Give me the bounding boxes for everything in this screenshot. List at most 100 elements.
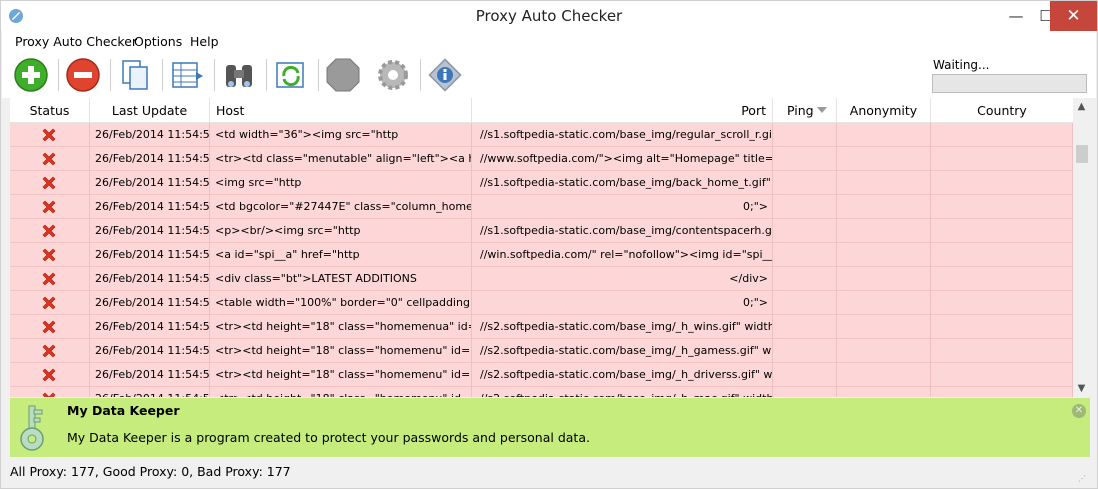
anonymity-cell: [837, 195, 931, 219]
bad-status-icon: [42, 272, 56, 286]
scroll-down-icon[interactable]: ▼: [1073, 380, 1090, 397]
anonymity-cell: [837, 387, 931, 397]
menu-bar: Proxy Auto Checker Options Help: [2, 31, 1096, 52]
add-icon[interactable]: [12, 56, 50, 94]
refresh-icon[interactable]: [272, 56, 310, 94]
column-header-anonymity[interactable]: Anonymity: [837, 98, 931, 123]
host-cell: <img src="http: [210, 171, 472, 195]
toolbar-separator: [318, 59, 319, 91]
resize-grip-icon[interactable]: ⋰: [1078, 474, 1086, 483]
ping-cell: [773, 195, 837, 219]
column-header-host[interactable]: Host: [210, 98, 472, 123]
scroll-thumb[interactable]: [1076, 145, 1088, 163]
last-update-cell: 26/Feb/2014 11:54:51: [90, 195, 210, 219]
ping-cell: [773, 363, 837, 387]
settings-icon[interactable]: [374, 56, 412, 94]
table-row[interactable]: 26/Feb/2014 11:54:51 <tr><td class="menut…: [10, 147, 1073, 171]
column-header-status[interactable]: Status: [10, 98, 90, 123]
anonymity-cell: [837, 315, 931, 339]
menu-proxy-auto-checker[interactable]: Proxy Auto Checker: [15, 34, 137, 49]
host-cell: <table width="100%" border="0" cellpaddi…: [210, 291, 472, 315]
bad-status-icon: [42, 200, 56, 214]
notification-text: My Data Keeper is a program created to p…: [67, 430, 590, 445]
country-cell: [931, 363, 1073, 387]
port-cell: //s1.softpedia-static.com/base_img/conte…: [472, 219, 773, 243]
port-cell: //www.softpedia.com/"><img alt="Homepage…: [472, 147, 773, 171]
table-header: Status Last Update Host Port Ping Anonym…: [10, 98, 1073, 123]
host-cell: <p><br/><img src="http: [210, 219, 472, 243]
scroll-up-icon[interactable]: ▲: [1073, 98, 1090, 115]
table-row[interactable]: 26/Feb/2014 11:54:51 <div class="bt">LATE…: [10, 267, 1073, 291]
stop-icon[interactable]: [324, 56, 362, 94]
status-cell: [10, 267, 90, 291]
table-row[interactable]: 26/Feb/2014 11:54:51<tr><td height="18" …: [10, 339, 1073, 363]
country-cell: [931, 339, 1073, 363]
toolbar-separator: [420, 59, 421, 91]
ping-cell: [773, 147, 837, 171]
bad-status-icon: [42, 368, 56, 382]
table-row[interactable]: 26/Feb/2014 11:54:51<tr><td height="18" …: [10, 363, 1073, 387]
country-cell: [931, 195, 1073, 219]
column-header-country[interactable]: Country: [931, 98, 1073, 123]
window-title: Proxy Auto Checker: [475, 7, 623, 25]
minimize-button[interactable]: —: [1001, 1, 1031, 31]
find-icon[interactable]: [220, 56, 258, 94]
anonymity-cell: [837, 339, 931, 363]
country-cell: [931, 219, 1073, 243]
host-cell: <td width="36"><img src="http: [210, 123, 472, 147]
sort-down-icon: [817, 107, 827, 113]
host-cell: <div class="bt">LATEST ADDITIONS: [210, 267, 472, 291]
host-cell: <tr><td class="menutable" align="left"><…: [210, 147, 472, 171]
remove-icon[interactable]: [64, 56, 102, 94]
column-header-ping-label: Ping: [787, 103, 814, 118]
ping-cell: [773, 267, 837, 291]
last-update-cell: 26/Feb/2014 11:54:51: [90, 267, 210, 291]
ping-cell: [773, 291, 837, 315]
copy-icon[interactable]: [116, 56, 154, 94]
status-cell: [10, 171, 90, 195]
port-cell: //s2.softpedia-static.com/base_img/_h_ga…: [472, 339, 773, 363]
menu-options[interactable]: Options: [134, 34, 182, 49]
table-row[interactable]: 26/Feb/2014 11:54:51 <table width="100%" …: [10, 291, 1073, 315]
table-row[interactable]: 26/Feb/2014 11:54:51 <img src="http//s1.s…: [10, 171, 1073, 195]
last-update-cell: 26/Feb/2014 11:54:51: [90, 363, 210, 387]
last-update-cell: 26/Feb/2014 11:54:51: [90, 387, 210, 397]
anonymity-cell: [837, 171, 931, 195]
port-cell: 0;">: [472, 195, 773, 219]
bad-status-icon: [42, 128, 56, 142]
country-cell: [931, 291, 1073, 315]
table-row[interactable]: 26/Feb/2014 11:54:51 <td bgcolor="#27447E…: [10, 195, 1073, 219]
close-button[interactable]: ✕: [1050, 1, 1097, 31]
bad-status-icon: [42, 392, 56, 397]
table-row[interactable]: 26/Feb/2014 11:54:51 <a id="spi__a" href=…: [10, 243, 1073, 267]
status-cell: [10, 243, 90, 267]
notification-close-icon[interactable]: ✕: [1072, 404, 1086, 418]
toolbar-separator: [110, 59, 111, 91]
bad-status-icon: [42, 248, 56, 262]
column-header-last-update[interactable]: Last Update: [90, 98, 210, 123]
column-header-ping[interactable]: Ping: [773, 98, 837, 123]
bad-status-icon: [42, 224, 56, 238]
column-header-port[interactable]: Port: [472, 98, 773, 123]
progress-bar: [932, 74, 1087, 93]
bad-status-icon: [42, 344, 56, 358]
toolbar-separator: [58, 59, 59, 91]
port-cell: 0;">: [472, 291, 773, 315]
port-cell: //s1.softpedia-static.com/base_img/back_…: [472, 171, 773, 195]
table-row[interactable]: 26/Feb/2014 11:54:51<tr><td height="18" …: [10, 315, 1073, 339]
table-row[interactable]: 26/Feb/2014 11:54:51<tr><td height="18" …: [10, 387, 1073, 397]
table-row[interactable]: 26/Feb/2014 11:54:51 <td width="36"><img …: [10, 123, 1073, 147]
notification-title: My Data Keeper: [67, 403, 180, 418]
port-cell: //s2.softpedia-static.com/base_img/_h_ma…: [472, 387, 773, 397]
export-list-icon[interactable]: [168, 56, 206, 94]
info-icon[interactable]: [426, 56, 464, 94]
status-bar: All Proxy: 177, Good Proxy: 0, Bad Proxy…: [2, 459, 1096, 488]
status-cell: [10, 291, 90, 315]
last-update-cell: 26/Feb/2014 11:54:51: [90, 123, 210, 147]
vertical-scrollbar[interactable]: ▲ ▼: [1073, 98, 1090, 397]
bad-status-icon: [42, 296, 56, 310]
table-row[interactable]: 26/Feb/2014 11:54:51 <p><br/><img src="ht…: [10, 219, 1073, 243]
anonymity-cell: [837, 123, 931, 147]
menu-help[interactable]: Help: [190, 34, 219, 49]
status-cell: [10, 339, 90, 363]
